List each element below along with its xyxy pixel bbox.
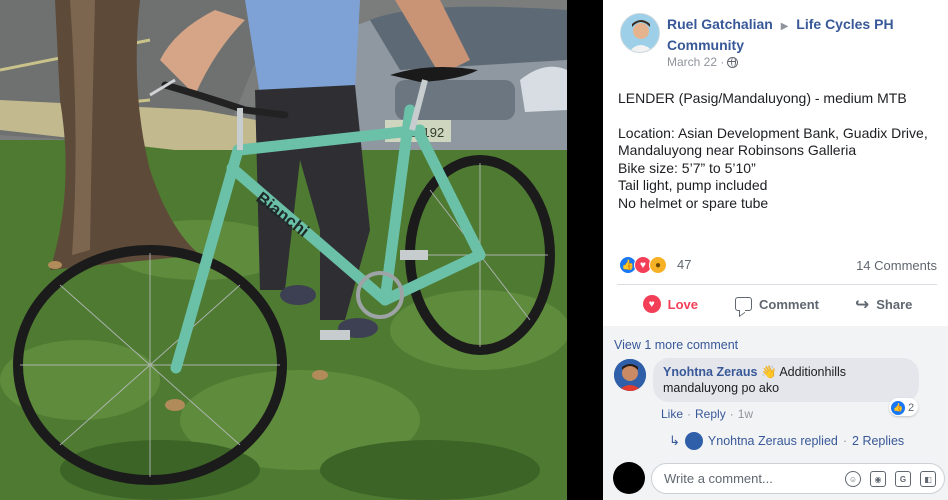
separator: · [687, 407, 692, 421]
globe-icon [727, 56, 739, 68]
reaction-count[interactable]: 47 [677, 257, 691, 272]
replier-avatar [684, 432, 703, 450]
comment-icon [735, 297, 753, 311]
replies-count[interactable]: 2 Replies [852, 434, 904, 448]
post-header: Ruel Gatchalian ▶ Life Cycles PH Communi… [617, 12, 937, 72]
comment-text: mandaluyong po ako [663, 381, 780, 395]
post-panel: Ruel Gatchalian ▶ Life Cycles PH Communi… [603, 0, 948, 500]
separator: · [842, 434, 848, 448]
camera-icon[interactable]: ◉ [870, 471, 886, 487]
share-button[interactable]: ↪ Share [830, 287, 937, 321]
current-user-avatar [613, 462, 645, 494]
heart-icon: ♥ [642, 295, 661, 313]
comment-actions: Like · Reply · 1w [661, 407, 753, 421]
post-date[interactable]: March 22 · [667, 55, 724, 69]
divider [617, 284, 937, 285]
comment-label: Comment [759, 296, 819, 312]
reactions-summary: 👍 ♥ ● 47 14 Comments [617, 254, 937, 276]
like-icon: 👍 [891, 400, 905, 415]
share-icon: ↪ [854, 294, 870, 314]
separator: · [729, 407, 734, 421]
comment-time[interactable]: 1w [738, 407, 753, 421]
group-name-line1[interactable]: Life Cycles PH [796, 16, 893, 32]
emoji-icon[interactable]: ☺ [845, 471, 861, 487]
bicycle-photo: NOD 192 Bianchi [0, 0, 567, 500]
post-actions: ♥ Love Comment ↪ Share [617, 287, 937, 321]
post-line: Bike size: 5’7” to 5’10” [618, 159, 756, 176]
reply-arrow-icon: ↳ [669, 433, 680, 448]
share-label: Share [876, 296, 913, 312]
group-name-line2[interactable]: Community [667, 37, 744, 53]
author-name[interactable]: Ruel Gatchalian [667, 16, 773, 32]
wow-icon: ● [649, 256, 667, 274]
wave-emoji: 👋 [760, 365, 777, 379]
post-line: Tail light, pump included [618, 177, 768, 193]
comment-like-count: 2 [908, 401, 915, 414]
author-avatar[interactable] [620, 13, 660, 53]
reaction-icons[interactable]: 👍 ♥ ● [619, 256, 667, 274]
photo-viewer: NOD 192 Bianchi Ruel Gatchalian ▶ Life C… [0, 0, 948, 500]
comment-like-link[interactable]: Like [661, 407, 683, 421]
post-photo[interactable]: NOD 192 Bianchi [0, 0, 567, 500]
sticker-icon[interactable]: ◧ [920, 471, 936, 487]
author-line: Ruel Gatchalian ▶ Life Cycles PH Communi… [667, 15, 937, 54]
gif-icon[interactable]: G [895, 471, 911, 487]
comment-button[interactable]: Comment [724, 287, 831, 321]
comment-reply-link[interactable]: Reply [695, 407, 726, 421]
post-line: LENDER (Pasig/Mandaluyong) - medium MTB [618, 90, 907, 106]
love-label: Love [667, 296, 698, 312]
view-more-comments-link[interactable]: View 1 more comment [614, 338, 738, 352]
post-meta: March 22 · [667, 55, 739, 69]
composer-icons: ☺ ◉ G ◧ [845, 471, 936, 487]
photo-frame-border [567, 0, 603, 500]
triangle-right-icon: ▶ [780, 21, 789, 32]
commenter-avatar[interactable] [614, 359, 646, 391]
replied-text[interactable]: Ynohtna Zeraus replied [708, 434, 838, 448]
commenter-name[interactable]: Ynohtna Zeraus [663, 365, 757, 379]
post-text: LENDER (Pasig/Mandaluyong) - medium MTB … [618, 90, 938, 212]
comment-bubble: Ynohtna Zeraus 👋 Additionhills mandaluyo… [653, 358, 919, 402]
comment-reaction-badge[interactable]: 👍 2 [889, 398, 919, 416]
view-replies-link[interactable]: ↳ Ynohtna Zeraus replied · 2 Replies [669, 432, 904, 450]
comment-input[interactable] [664, 471, 824, 486]
comments-count[interactable]: 14 Comments [856, 258, 937, 273]
comment-composer[interactable]: ☺ ◉ G ◧ [651, 463, 945, 494]
post-line: Mandaluyong near Robinsons Galleria [618, 142, 857, 158]
post-line: Location: Asian Development Bank, Guadix… [618, 124, 928, 141]
love-button[interactable]: ♥ Love [617, 287, 724, 321]
comments-section: View 1 more comment Ynohtna Zeraus 👋 Add… [603, 326, 948, 500]
post-line: No helmet or spare tube [618, 194, 769, 211]
comment-text: Additionhills [779, 365, 847, 379]
